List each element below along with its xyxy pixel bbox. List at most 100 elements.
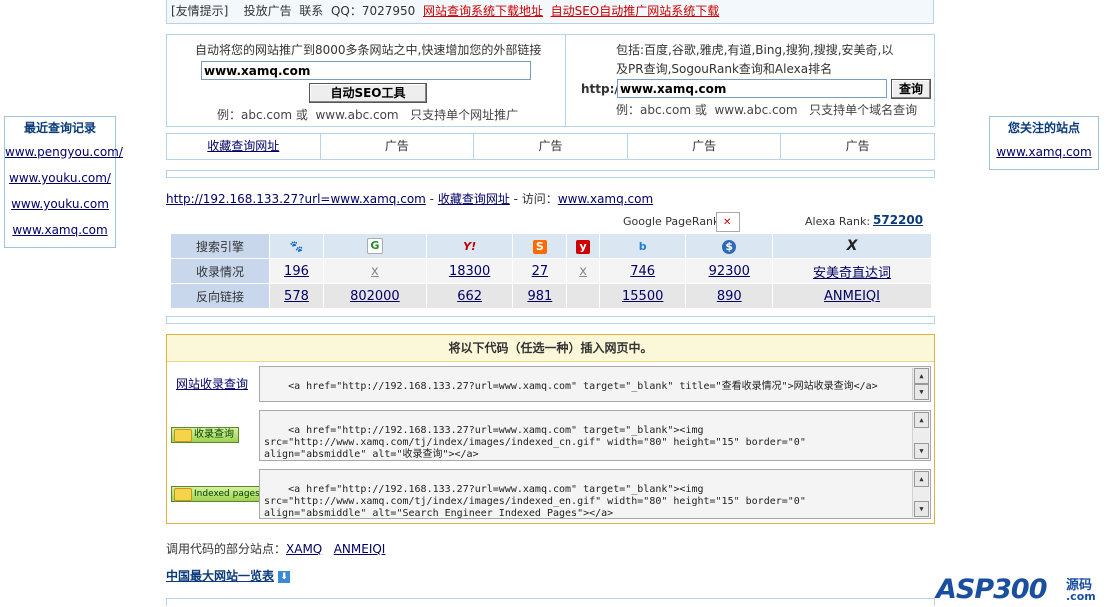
indexed-count-link[interactable]: 746 <box>630 264 655 279</box>
big-site-list-link[interactable]: 中国最大网站一览表 <box>166 569 274 583</box>
ad-slot[interactable]: 广告 <box>474 134 628 159</box>
badge-cn-label: 收录查询 <box>194 429 234 440</box>
indexed-count-link[interactable]: 196 <box>284 264 309 279</box>
bing-b-icon: b <box>638 239 647 253</box>
scrollbar[interactable]: ▲ ▼ <box>912 368 929 400</box>
embed-code-text[interactable]: <a href="http://192.168.133.27?url=www.x… <box>259 469 931 519</box>
favorite-link[interactable]: 收藏查询网址 <box>207 139 279 153</box>
backlink-count-link[interactable]: 802000 <box>350 289 400 304</box>
indexed-en-badge: Indexed pages <box>171 486 265 502</box>
indexed-count-link[interactable]: x <box>371 264 379 279</box>
folder-icon <box>174 429 192 442</box>
visit-site-link[interactable]: www.xamq.com <box>558 192 653 206</box>
recent-query-link[interactable]: www.youku.com <box>5 191 115 217</box>
scrollbar[interactable]: ▲ ▼ <box>912 471 929 517</box>
promo-url-input[interactable] <box>201 61 531 80</box>
query-example: 例：abc.com 或 www.abc.com 只支持单个域名查询 <box>616 103 918 117</box>
query-description-2: 及PR查询,SogouRank查询和Alexa排名 <box>616 62 833 76</box>
asp300-logo: ASP300 源码 .com <box>936 572 1102 606</box>
pagerank-label: Google PageRank: <box>623 215 724 228</box>
soso-s-icon: $ <box>722 239 737 254</box>
notice-bar: [友情提示] 投放广告 联系 QQ：7027950 网站查询系统下载地址 自动S… <box>166 0 934 24</box>
indexed-count-link[interactable]: x <box>579 264 587 279</box>
indexed-count-link[interactable]: 92300 <box>709 264 750 279</box>
auto-seo-button[interactable]: 自动SEO工具 <box>309 83 427 103</box>
tool-panel: 自动将您的网站推广到8000多条网站之中,快速增加您的外部链接 自动SEO工具 … <box>166 34 935 127</box>
embed-code-text[interactable]: <a href="http://192.168.133.27?url=www.x… <box>259 366 931 402</box>
backlink-empty-cell <box>567 284 599 308</box>
indexed-count-link[interactable]: 27 <box>532 264 549 279</box>
embed-code-text[interactable]: <a href="http://192.168.133.27?url=www.x… <box>259 410 931 461</box>
embed-code-box: 将以下代码（任选一种）插入网页中。 网站收录查询 <a href="http:/… <box>166 334 935 524</box>
indexed-count-link[interactable]: 18300 <box>449 264 490 279</box>
site-index-query-link[interactable]: 网站收录查询 <box>176 375 248 392</box>
embed-code-content: <a href="http://192.168.133.27?url=www.x… <box>288 381 878 392</box>
watched-sites-title: 您关注的站点 <box>1007 121 1080 135</box>
backlink-count-link[interactable]: 981 <box>527 289 552 304</box>
site-link-xamq[interactable]: XAMQ <box>286 542 322 556</box>
ad-slot-favorite[interactable]: 收藏查询网址 <box>167 134 321 159</box>
separator-bar <box>166 170 935 178</box>
ad-slot[interactable]: 广告 <box>628 134 782 159</box>
row-label: 反向链接 <box>171 284 269 308</box>
query-button[interactable]: 查询 <box>891 79 931 99</box>
row-label: 收录情况 <box>171 259 269 283</box>
recent-queries-title: 最近查询记录 <box>23 121 96 135</box>
separator-bar <box>166 598 935 606</box>
ad-slot[interactable]: 广告 <box>781 134 934 159</box>
backlink-count-link[interactable]: 890 <box>717 289 742 304</box>
broken-image-icon: ✕ <box>723 217 732 228</box>
alexa-rank-link[interactable]: 572200 <box>873 213 923 227</box>
download-link-seo-system[interactable]: 自动SEO自动推广网站系统下载 <box>551 4 720 18</box>
scroll-down-icon[interactable]: ▼ <box>914 501 929 517</box>
ad-text: 投放广告 <box>243 4 292 18</box>
download-link-query-system[interactable]: 网站查询系统下载地址 <box>423 4 543 18</box>
notice-label: [友情提示] <box>171 4 229 18</box>
pagerank-image: ✕ <box>716 212 740 232</box>
anmeiqi-link[interactable]: ANMEIQI <box>824 289 880 304</box>
embed-code-content: <a href="http://192.168.133.27?url=www.x… <box>264 484 806 519</box>
recent-query-link[interactable]: www.xamq.com <box>5 217 115 243</box>
indexed-cn-badge: 收录查询 <box>171 427 239 443</box>
badge-en-label: Indexed pages <box>194 489 260 499</box>
anmeiqi-x-icon: X <box>846 237 858 254</box>
anmeiqi-direct-link[interactable]: 安美奇直达词 <box>813 266 891 281</box>
row-label: 搜索引擎 <box>171 234 269 258</box>
ad-row: 收藏查询网址 广告 广告 广告 广告 <box>166 133 935 160</box>
backlink-count-link[interactable]: 662 <box>457 289 482 304</box>
sites-using-code: 调用代码的部分站点：XAMQ ANMEIQI <box>166 540 385 557</box>
big-site-list: 中国最大网站一览表 ⬇ <box>166 567 291 584</box>
embed-code-content: <a href="http://192.168.133.27?url=www.x… <box>264 425 806 460</box>
query-description-1: 包括:百度,谷歌,雅虎,有道,Bing,搜狗,搜搜,安美奇,以 <box>616 43 894 57</box>
query-url-line: http://192.168.133.27?url=www.xamq.com -… <box>166 190 653 207</box>
table-row-engines: 搜索引擎 🐾 G Y! S y b $ X <box>171 234 931 258</box>
separator-bar <box>166 316 935 324</box>
recent-queries-box: 最近查询记录 www.pengyou.com/ www.youku.com/ w… <box>4 116 123 248</box>
query-url-link[interactable]: http://192.168.133.27?url=www.xamq.com <box>166 192 426 206</box>
recent-query-link[interactable]: www.youku.com/ <box>5 165 115 191</box>
site-link-anmeiqi[interactable]: ANMEIQI <box>334 542 386 556</box>
promo-description: 自动将您的网站推广到8000多条网站之中,快速增加您的外部链接 <box>195 43 542 57</box>
contact-text: 联系 <box>299 4 324 18</box>
scroll-down-icon[interactable]: ▼ <box>914 384 929 400</box>
table-row-indexed: 收录情况 196 x 18300 27 x 746 92300 安美奇直达词 <box>171 259 931 283</box>
results-table: 搜索引擎 🐾 G Y! S y b $ X 收录情况 196 x 18300 2… <box>170 233 932 309</box>
query-url-input[interactable] <box>617 79 887 98</box>
alexa-label: Alexa Rank: <box>805 215 871 228</box>
scroll-up-icon[interactable]: ▲ <box>914 471 929 487</box>
scroll-up-icon[interactable]: ▲ <box>914 368 929 384</box>
visit-label: - 访问： <box>509 192 558 206</box>
scroll-down-icon[interactable]: ▼ <box>914 443 929 459</box>
backlink-count-link[interactable]: 15500 <box>622 289 663 304</box>
recent-query-link[interactable]: www.pengyou.com/ <box>5 139 123 165</box>
ad-slot[interactable]: 广告 <box>321 134 475 159</box>
sogou-s-icon: S <box>532 239 547 254</box>
folder-icon <box>174 488 192 501</box>
backlink-count-link[interactable]: 578 <box>284 289 309 304</box>
table-row-backlinks: 反向链接 578 802000 662 981 15500 890 ANMEIQ… <box>171 284 931 308</box>
watched-site-link[interactable]: www.xamq.com <box>990 139 1098 165</box>
scrollbar[interactable]: ▲ ▼ <box>912 412 929 459</box>
scroll-up-icon[interactable]: ▲ <box>914 412 929 428</box>
baidu-paw-icon: 🐾 <box>289 239 304 253</box>
favorite-query-link[interactable]: 收藏查询网址 <box>438 192 510 206</box>
